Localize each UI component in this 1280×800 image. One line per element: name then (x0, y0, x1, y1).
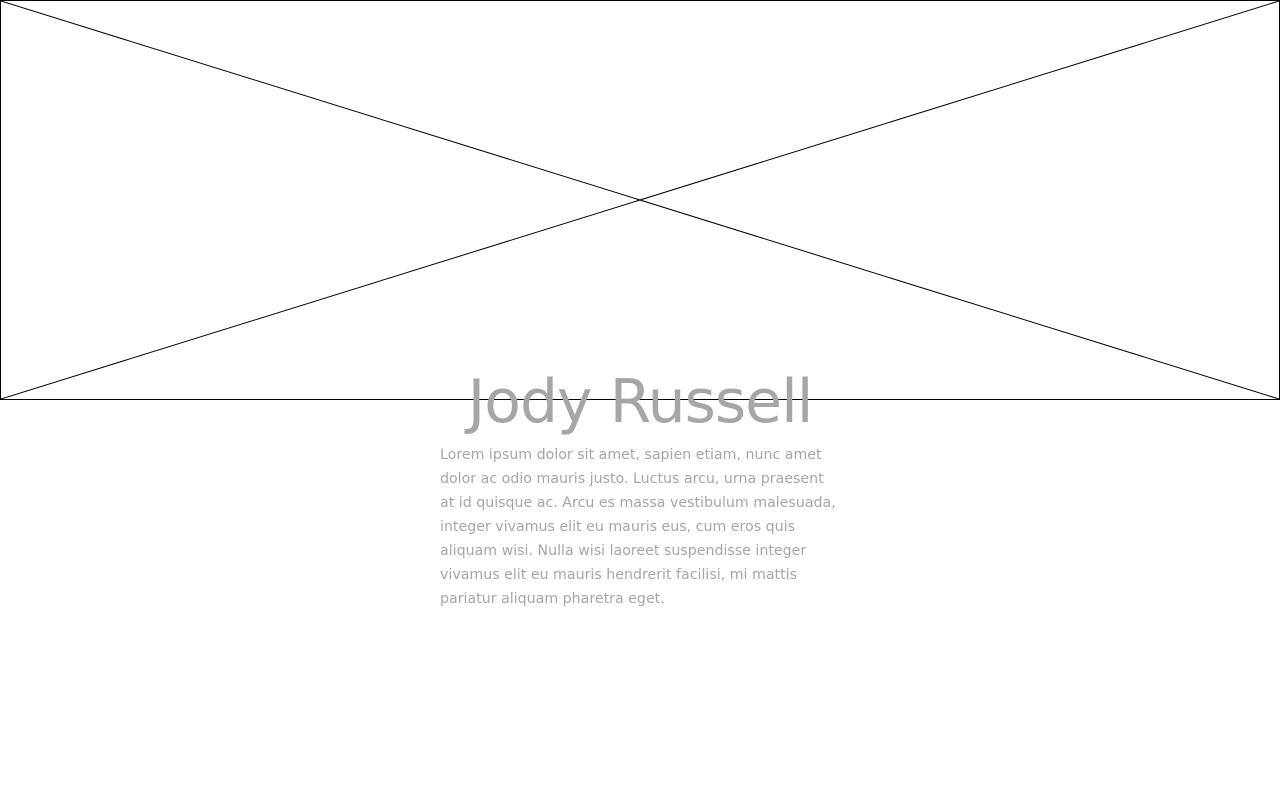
profile-name-heading: Jody Russell (467, 367, 814, 437)
hero-image-placeholder (0, 0, 1280, 400)
profile-page: Jody Russell Lorem ipsum dolor sit amet,… (0, 0, 1280, 800)
image-placeholder-icon (1, 1, 1279, 399)
profile-bio-text: Lorem ipsum dolor sit amet, sapien etiam… (440, 447, 836, 607)
